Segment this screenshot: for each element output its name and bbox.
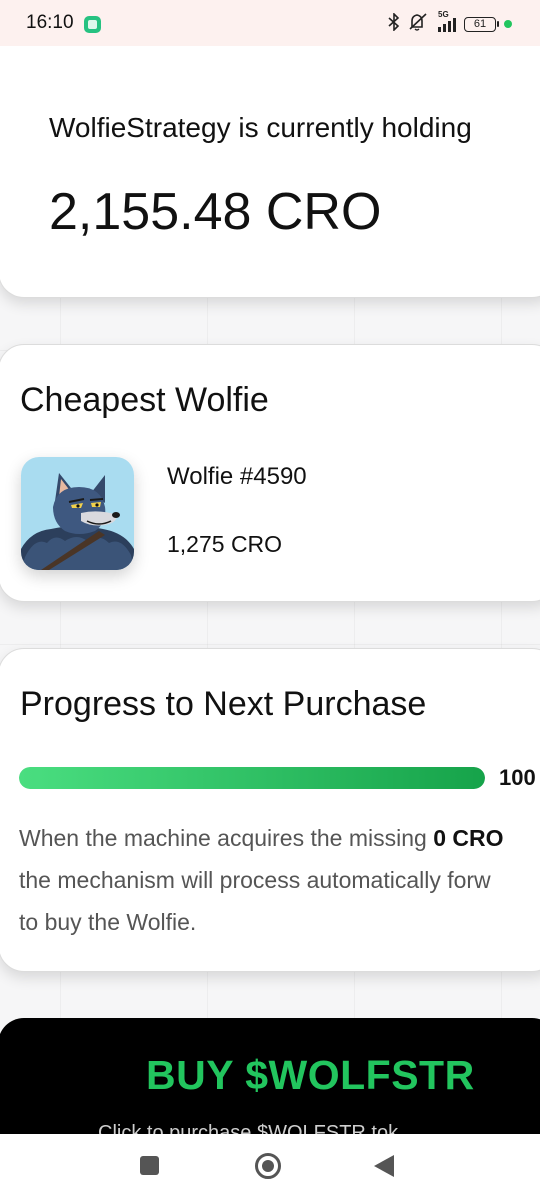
bluetooth-icon [388, 11, 400, 36]
wolfie-name: Wolfie #4590 [167, 463, 307, 490]
progress-line-2: the mechanism will process automatically… [19, 867, 491, 893]
progress-bar [19, 767, 485, 789]
missing-amount: 0 CRO [433, 825, 504, 851]
holding-label: WolfieStrategy is currently holding [49, 112, 472, 143]
navigation-bar [0, 1134, 540, 1199]
progress-line-1: When the machine acquires the missing 0 … [19, 825, 504, 851]
buy-title: BUY $WOLFSTR [146, 1052, 475, 1098]
holding-card: WolfieStrategy is currently holding 2,15… [0, 10, 540, 298]
home-icon[interactable] [255, 1153, 281, 1179]
status-time: 16:10 [26, 12, 74, 33]
cheapest-title: Cheapest Wolfie [20, 381, 269, 419]
holding-value: 2,155.48 CRO [49, 183, 382, 241]
network-label: 5G [438, 10, 449, 19]
wolfie-price: 1,275 CRO [167, 531, 283, 557]
app-icon [84, 16, 101, 33]
progress-line-3: to buy the Wolfie. [19, 909, 197, 935]
wolfie-image[interactable] [21, 457, 134, 570]
recents-icon[interactable] [140, 1156, 159, 1175]
battery-level: 61 [473, 18, 487, 30]
progress-card: Progress to Next Purchase 100 When the m… [0, 648, 540, 972]
progress-fill [19, 767, 485, 789]
status-dot-icon [504, 20, 512, 28]
progress-percent: 100 [499, 765, 536, 790]
status-bar: 16:10 5G 61 [0, 0, 540, 46]
progress-title: Progress to Next Purchase [20, 685, 427, 723]
cheapest-wolfie-card[interactable]: Cheapest Wolfie Wolfie #4590 1,275 CRO [0, 344, 540, 602]
status-icons: 5G 61 [388, 10, 512, 36]
mute-icon [408, 12, 430, 36]
signal-icon: 5G [438, 10, 456, 32]
back-icon[interactable] [374, 1155, 394, 1177]
battery-icon: 61 [464, 16, 499, 32]
progress-description: When the machine acquires the missing 0 … [19, 817, 540, 943]
